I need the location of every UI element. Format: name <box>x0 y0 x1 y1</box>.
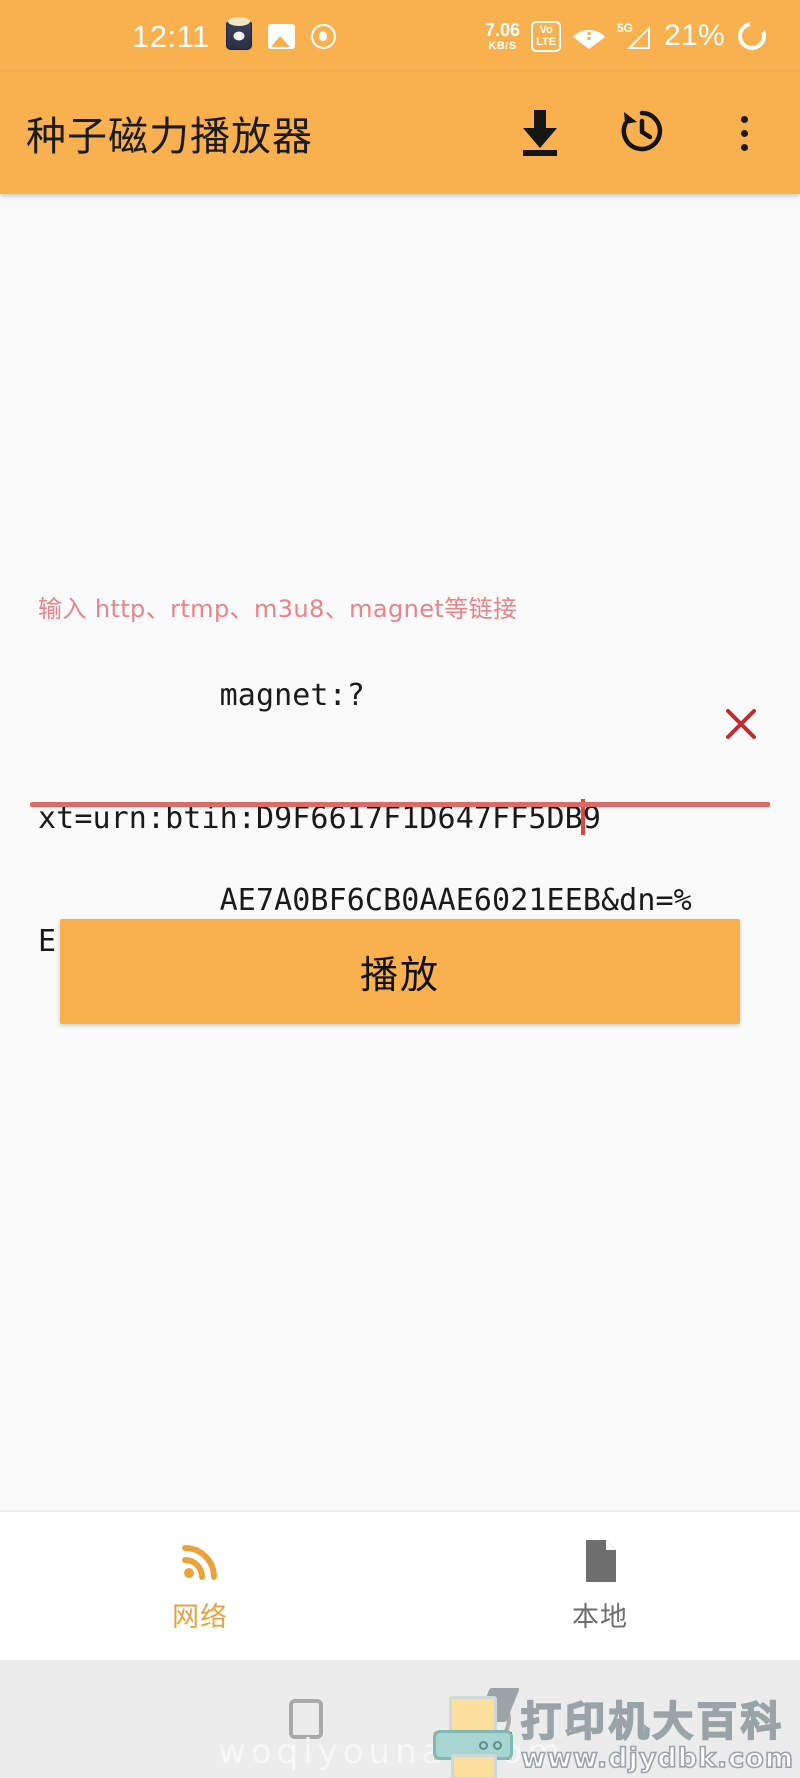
url-input-line-1: magnet:? <box>219 678 365 713</box>
phone-screen: 12:11 7.06 KB/S Vo LTE 5G 21% 种子磁力播放器 输入… <box>0 0 800 1778</box>
signal-icon: 5G <box>617 21 653 51</box>
status-bar: 12:11 7.06 KB/S Vo LTE 5G 21% <box>0 0 800 72</box>
volte-top-text: Vo <box>539 23 553 36</box>
bottom-navigation-bar: 网络 本地 <box>0 1510 800 1660</box>
volte-bottom-text: LTE <box>536 35 557 48</box>
volte-icon: Vo LTE <box>531 20 562 52</box>
watermark-right-text: 打印机大百科 www.djydbk.com <box>520 1699 794 1778</box>
status-clock: 12:11 <box>132 18 210 54</box>
download-icon <box>516 106 564 161</box>
history-button[interactable] <box>616 107 668 159</box>
history-icon <box>616 105 668 162</box>
watermark-right-cn: 打印机大百科 <box>520 1699 785 1745</box>
document-file-icon <box>580 1538 620 1584</box>
rss-network-icon <box>177 1538 223 1584</box>
network-speed-indicator: 7.06 KB/S <box>485 21 520 52</box>
app-bar: 种子磁力播放器 <box>0 72 800 194</box>
overflow-menu-icon <box>740 115 748 151</box>
url-input-underline <box>30 802 770 807</box>
popcorn-icon <box>225 17 252 50</box>
network-speed-rate: 7.06 <box>485 19 521 40</box>
android-system-nav-bar: woqiyounai.com 打印机大百科 www.djydbk.com <box>0 1660 800 1778</box>
nav-item-local-label: 本地 <box>572 1602 628 1633</box>
nav-item-network-label: 网络 <box>172 1602 228 1633</box>
watermark-right-url: www.djydbk.com <box>520 1743 794 1774</box>
battery-percent-label: 21% <box>664 19 725 52</box>
download-button[interactable] <box>514 107 566 159</box>
status-bar-left-group: 12:11 <box>132 17 336 54</box>
clear-x-icon <box>720 703 762 750</box>
url-input-hint-label: 输入 http、rtmp、m3u8、magnet等链接 <box>38 595 518 623</box>
watermark-left: woqiyounai.com <box>218 1732 566 1772</box>
overflow-menu-button[interactable] <box>718 107 770 159</box>
nav-item-local[interactable]: 本地 <box>400 1538 800 1634</box>
svg-text:5G: 5G <box>617 21 633 35</box>
wifi-icon <box>572 23 606 50</box>
battery-ring-icon <box>736 20 768 52</box>
shield-icon <box>310 23 336 49</box>
clear-input-button[interactable] <box>712 696 770 756</box>
nav-item-network[interactable]: 网络 <box>0 1538 400 1634</box>
app-bar-actions <box>514 107 776 159</box>
recents-square-button[interactable] <box>289 1699 323 1739</box>
home-circle-button[interactable] <box>473 1696 511 1742</box>
play-button[interactable]: 播放 <box>60 919 740 1024</box>
page-title: 种子磁力播放器 <box>26 114 313 160</box>
network-speed-unit: KB/S <box>488 39 517 52</box>
gallery-icon <box>267 23 295 49</box>
status-bar-right-group: 7.06 KB/S Vo LTE 5G 21% <box>485 19 768 53</box>
main-content: 输入 http、rtmp、m3u8、magnet等链接 magnet:? xt=… <box>0 194 800 1510</box>
